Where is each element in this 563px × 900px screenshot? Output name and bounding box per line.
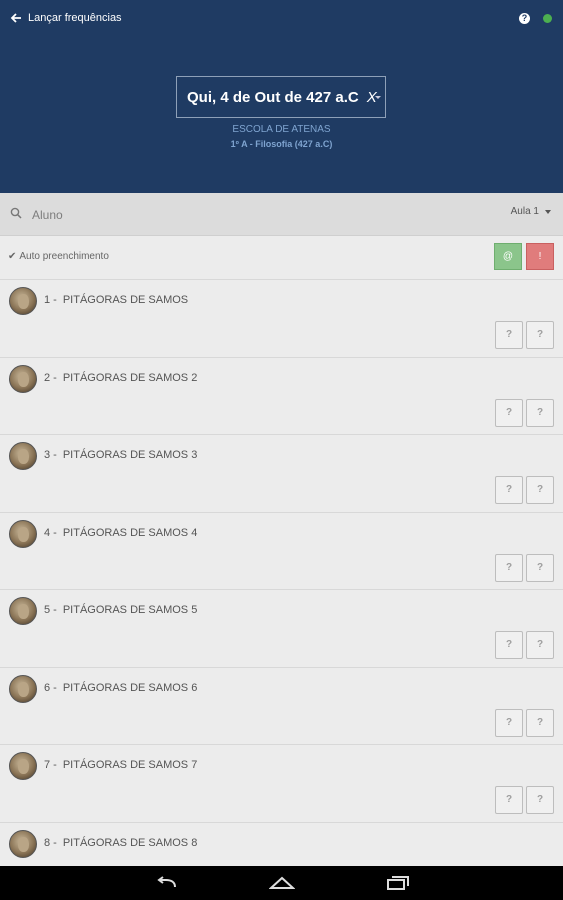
list-item: 4 - PITÁGORAS DE SAMOS 4 ? ?	[0, 513, 563, 590]
mark-all-present-button[interactable]: @	[494, 243, 522, 270]
arrow-left-icon	[10, 13, 21, 23]
student-number: 5 -	[44, 604, 57, 616]
search-bar: Aula 1	[0, 193, 563, 236]
avatar	[9, 752, 37, 780]
avatar	[9, 364, 37, 393]
attendance-button[interactable]: ?	[495, 708, 523, 737]
avatar	[9, 442, 37, 470]
attendance-button[interactable]: ?	[526, 708, 554, 737]
attendance-button[interactable]: ?	[526, 553, 554, 582]
student-label: 7 - PITÁGORAS DE SAMOS 7	[44, 759, 197, 771]
school-name: ESCOLA DE ATENAS	[232, 124, 331, 135]
student-number: 2 -	[44, 371, 57, 384]
student-label: 6 - PITÁGORAS DE SAMOS 6	[44, 682, 197, 694]
student-label: 3 - PITÁGORAS DE SAMOS 3	[44, 449, 197, 461]
auto-fill-label: Auto preenchimento	[19, 251, 109, 262]
student-name: PITÁGORAS DE SAMOS 7	[62, 759, 198, 771]
attendance-button[interactable]: ?	[526, 786, 554, 814]
student-name: PITÁGORAS DE SAMOS 2	[62, 371, 198, 384]
list-item: 6 - PITÁGORAS DE SAMOS 6 ? ?	[0, 668, 563, 745]
student-name: PITÁGORAS DE SAMOS 8	[62, 836, 198, 849]
list-item: 3 - PITÁGORAS DE SAMOS 3 ? ?	[0, 435, 563, 513]
avatar	[9, 674, 37, 703]
header: Lançar frequências ? Qui, 4 de Out de 42…	[0, 0, 563, 193]
help-icon[interactable]: ?	[519, 13, 530, 24]
home-nav-icon[interactable]	[269, 875, 295, 891]
attendance-button[interactable]: ?	[495, 321, 523, 349]
back-nav-icon[interactable]	[155, 875, 181, 891]
auto-fill-toggle[interactable]: ✔ Auto preenchimento	[8, 251, 109, 262]
attendance-button[interactable]: ?	[526, 631, 554, 659]
attendance-button[interactable]: ?	[495, 398, 523, 427]
student-name: PITÁGORAS DE SAMOS	[62, 294, 189, 306]
student-label: 8 - PITÁGORAS DE SAMOS 8	[44, 837, 197, 849]
aula-label: Aula 1	[510, 206, 539, 217]
list-item: 2 - PITÁGORAS DE SAMOS 2 ? ?	[0, 358, 563, 435]
attendance-button[interactable]: ?	[495, 476, 523, 504]
student-number: 6 -	[44, 681, 57, 694]
student-number: 7 -	[44, 759, 57, 771]
avatar	[9, 829, 37, 858]
caret-down-icon	[545, 209, 551, 214]
attendance-button[interactable]: ?	[495, 786, 523, 814]
student-name: PITÁGORAS DE SAMOS 3	[62, 449, 198, 461]
avatar	[9, 597, 37, 625]
student-label: 5 - PITÁGORAS DE SAMOS 5	[44, 604, 197, 616]
back-button[interactable]: Lançar frequências	[10, 12, 122, 24]
aula-selector[interactable]: Aula 1	[511, 206, 551, 217]
student-number: 1 -	[44, 294, 57, 306]
student-list: 1 - PITÁGORAS DE SAMOS ? ? 2 - PITÁGORAS D…	[0, 280, 563, 900]
search-input[interactable]	[30, 203, 334, 227]
back-label: Lançar frequências	[28, 12, 122, 24]
search-icon	[10, 207, 22, 219]
system-nav-bar	[0, 866, 563, 900]
recents-nav-icon[interactable]	[384, 875, 410, 891]
attendance-button[interactable]: ?	[526, 398, 554, 427]
mark-all-absent-button[interactable]: !	[526, 243, 554, 270]
check-icon: ✔	[8, 251, 17, 262]
student-name: PITÁGORAS DE SAMOS 4	[62, 526, 198, 539]
student-number: 8 -	[44, 836, 57, 849]
attendance-button[interactable]: ?	[526, 476, 554, 504]
list-item: 7 - PITÁGORAS DE SAMOS 7 ? ?	[0, 745, 563, 823]
student-name: PITÁGORAS DE SAMOS 6	[62, 681, 198, 694]
attendance-button[interactable]: ?	[495, 631, 523, 659]
list-item: 5 - PITÁGORAS DE SAMOS 5 ? ?	[0, 590, 563, 668]
avatar	[9, 519, 37, 548]
student-number: 4 -	[44, 526, 57, 539]
avatar	[9, 287, 37, 315]
date-selector[interactable]: Qui, 4 de Out de 427 a.C X	[176, 76, 386, 118]
status-dot	[543, 14, 552, 23]
auto-fill-bar: ✔ Auto preenchimento	[0, 236, 563, 280]
class-info: 1º A - Filosofia (427 a.C)	[230, 139, 333, 149]
student-label: 4 - PITÁGORAS DE SAMOS 4	[44, 527, 197, 539]
attendance-button[interactable]: ?	[526, 321, 554, 349]
student-name: PITÁGORAS DE SAMOS 5	[62, 604, 198, 616]
student-label: 1 - PITÁGORAS DE SAMOS	[44, 294, 188, 306]
dropdown-arrow-icon	[375, 96, 381, 99]
student-number: 3 -	[44, 449, 57, 461]
attendance-button[interactable]: ?	[495, 553, 523, 582]
student-label: 2 - PITÁGORAS DE SAMOS 2	[44, 372, 197, 384]
list-item: 1 - PITÁGORAS DE SAMOS ? ?	[0, 280, 563, 358]
date-value: Qui, 4 de Out de 427 a.C	[187, 88, 359, 106]
